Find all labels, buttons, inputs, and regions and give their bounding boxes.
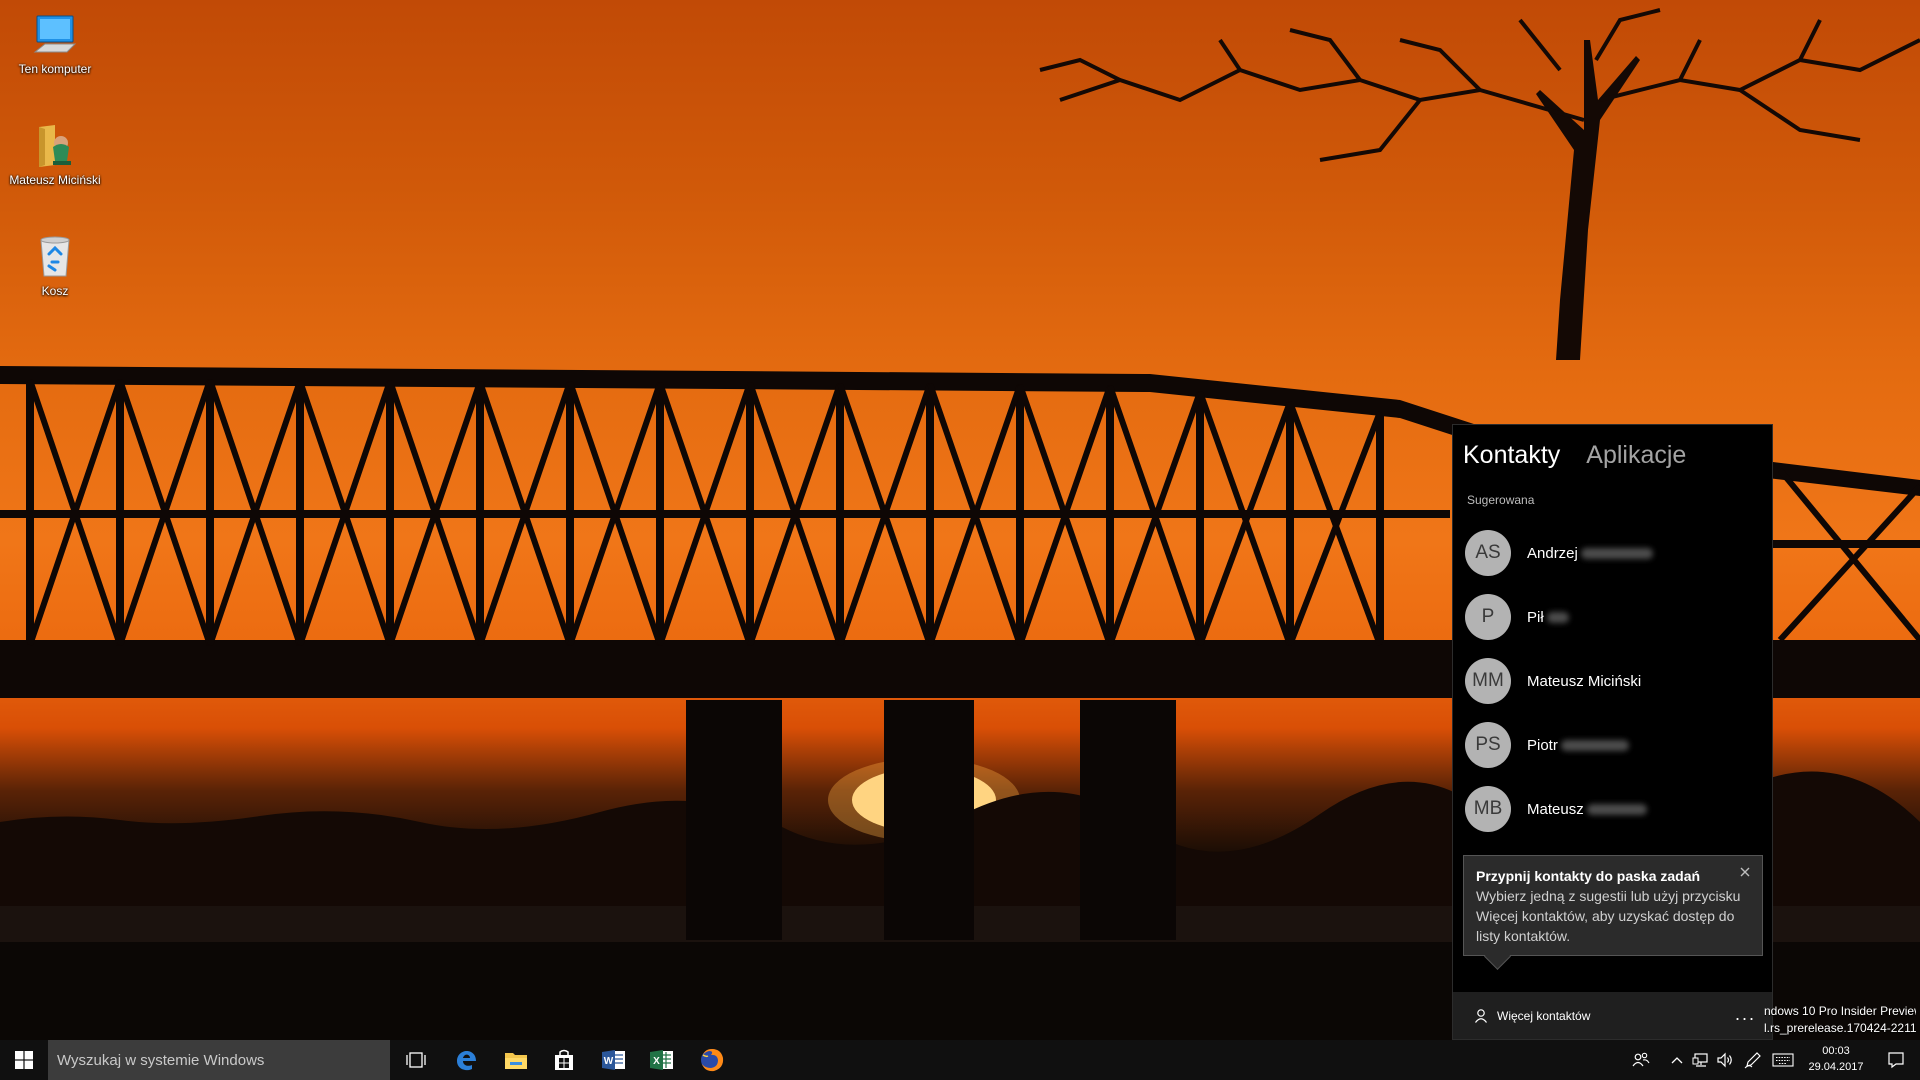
watermark-line-2: l.rs_prerelease.170424-2211 [1764, 1021, 1916, 1035]
computer-icon [31, 10, 79, 58]
store-button[interactable] [540, 1040, 588, 1080]
pin-contacts-tip: Przypnij kontakty do paska zadań Wybierz… [1463, 855, 1763, 970]
word-button[interactable]: W [590, 1040, 638, 1080]
redacted-surname [1586, 803, 1647, 815]
taskbar: Wyszukaj w systemie Windows W X 00:03 29… [0, 1040, 1920, 1080]
people-button[interactable] [1622, 1040, 1660, 1080]
touch-keyboard-button[interactable] [1770, 1040, 1796, 1080]
tab-contacts[interactable]: Kontakty [1463, 435, 1560, 475]
file-explorer-button[interactable] [492, 1040, 540, 1080]
task-view-icon [406, 1052, 426, 1068]
user-folder-icon [31, 121, 79, 169]
edge-icon [457, 1051, 476, 1071]
more-contacts-label: Więcej kontaktów [1497, 1008, 1591, 1023]
volume-button[interactable] [1714, 1040, 1736, 1080]
contact-name-row: Pił [1527, 609, 1569, 626]
pen-workspace-button[interactable] [1742, 1040, 1764, 1080]
svg-text:X: X [653, 1056, 660, 1067]
desktop-icon-label: Ten komputer [18, 62, 92, 76]
contact-name-row: Mateusz [1527, 801, 1647, 818]
action-center-icon [1888, 1052, 1904, 1069]
show-hidden-icons-button[interactable] [1668, 1040, 1686, 1080]
avatar: MM [1465, 658, 1511, 704]
redacted-surname [1580, 547, 1653, 559]
action-center-button[interactable] [1876, 1040, 1916, 1080]
tab-apps[interactable]: Aplikacje [1586, 435, 1686, 475]
contact-item[interactable]: P Pił [1453, 585, 1772, 649]
contact-name: Piotr [1527, 736, 1558, 754]
firefox-button[interactable] [688, 1040, 736, 1080]
contact-name-row: Andrzej [1527, 545, 1653, 562]
clock[interactable]: 00:03 29.04.2017 [1796, 1043, 1876, 1075]
avatar: PS [1465, 722, 1511, 768]
store-icon [555, 1049, 573, 1070]
person-icon [1475, 1008, 1487, 1023]
volume-icon [1717, 1052, 1732, 1068]
contact-name: Pił [1527, 608, 1544, 626]
redacted-surname [1546, 611, 1569, 623]
windows-logo-icon [15, 1051, 33, 1069]
section-label: Sugerowana [1467, 493, 1535, 507]
avatar: P [1465, 594, 1511, 640]
clock-time: 00:03 [1822, 1045, 1850, 1057]
svg-text:W: W [604, 1056, 614, 1067]
chevron-up-icon [1671, 1057, 1683, 1064]
people-icon [1632, 1052, 1650, 1067]
tip-body: Wybierz jedną z sugestii lub użyj przyci… [1476, 888, 1741, 944]
recycle-bin-icon [31, 232, 79, 280]
word-icon: W [602, 1050, 625, 1070]
more-options-button[interactable]: ... [1735, 1004, 1756, 1025]
flyout-footer: Więcej kontaktów ... [1453, 992, 1772, 1039]
flyout-tabs: Kontakty Aplikacje [1463, 435, 1686, 475]
contact-item[interactable]: MB Mateusz [1453, 777, 1772, 841]
keyboard-icon [1772, 1053, 1794, 1067]
more-contacts-button[interactable]: Więcej kontaktów [1473, 1008, 1590, 1024]
contact-item[interactable]: AS Andrzej [1453, 521, 1772, 585]
redacted-surname [1560, 739, 1629, 751]
build-watermark: ndows 10 Pro Insider Preview l.rs_prerel… [1764, 1003, 1916, 1037]
contact-name-row: Mateusz Miciński [1527, 673, 1641, 690]
firefox-icon [701, 1049, 724, 1072]
start-button[interactable] [0, 1040, 48, 1080]
desktop-icon-user-folder[interactable]: Mateusz Miciński [4, 121, 106, 187]
search-box[interactable]: Wyszukaj w systemie Windows [48, 1040, 390, 1080]
network-icon [1692, 1053, 1708, 1067]
contact-name: Andrzej [1527, 544, 1578, 562]
contact-name: Mateusz Miciński [1527, 672, 1642, 690]
excel-button[interactable]: X [638, 1040, 686, 1080]
clock-date: 29.04.2017 [1808, 1061, 1864, 1073]
task-view-button[interactable] [392, 1040, 440, 1080]
contact-item[interactable]: PS Piotr [1453, 713, 1772, 777]
tip-title: Przypnij kontakty do paska zadań [1476, 868, 1701, 884]
desktop-icon-this-pc[interactable]: Ten komputer [4, 10, 106, 76]
watermark-line-1: ndows 10 Pro Insider Preview [1764, 1004, 1916, 1018]
avatar: MB [1465, 786, 1511, 832]
close-icon[interactable] [1738, 865, 1752, 879]
contact-item[interactable]: MM Mateusz Miciński [1453, 649, 1772, 713]
excel-icon: X [650, 1050, 673, 1070]
tip-pointer [1484, 943, 1511, 970]
network-button[interactable] [1690, 1040, 1712, 1080]
desktop-icon-label: Kosz [41, 284, 69, 298]
edge-button[interactable] [442, 1040, 490, 1080]
desktop-icon-recycle-bin[interactable]: Kosz [4, 232, 106, 298]
file-explorer-icon [505, 1053, 527, 1069]
search-placeholder: Wyszukaj w systemie Windows [57, 1051, 265, 1069]
contact-list: AS Andrzej P Pił MM Mateusz Miciński PS … [1453, 521, 1772, 841]
avatar: AS [1465, 530, 1511, 576]
contact-name: Mateusz [1527, 800, 1584, 818]
pen-icon [1744, 1052, 1761, 1069]
desktop-icon-label: Mateusz Miciński [9, 173, 101, 187]
contact-name-row: Piotr [1527, 737, 1629, 754]
people-flyout: Kontakty Aplikacje Sugerowana AS Andrzej… [1452, 424, 1773, 1040]
